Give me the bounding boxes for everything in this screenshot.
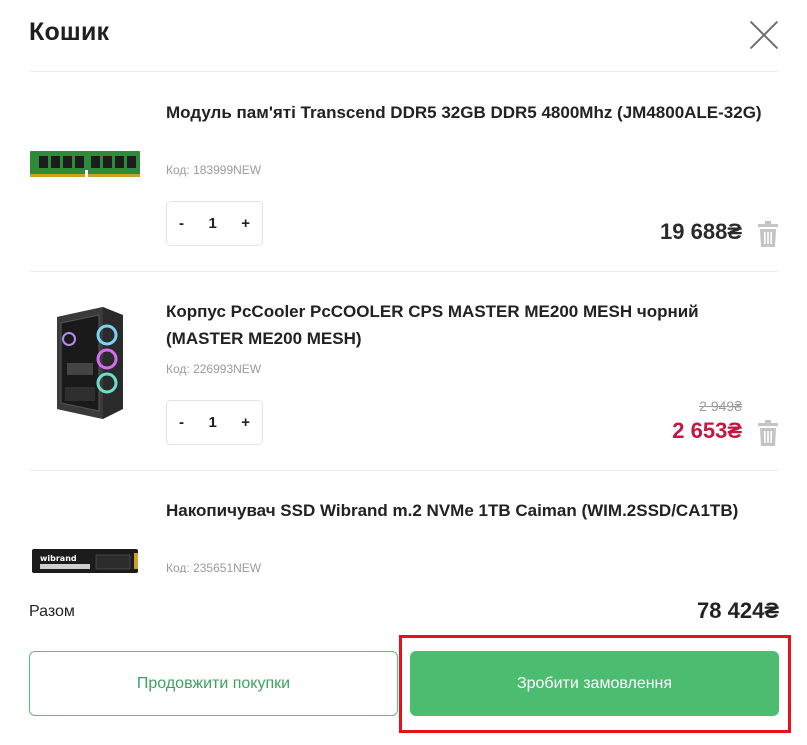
ssd-brand-label: wibrand — [40, 554, 77, 563]
pc-case-image — [57, 307, 123, 419]
place-order-button[interactable]: Зробити замовлення — [410, 651, 779, 716]
product-code: Код: 226993NEW — [166, 362, 262, 376]
ram-module-image — [30, 151, 140, 177]
quantity-stepper: - 1 + — [166, 201, 263, 246]
trash-icon[interactable] — [757, 221, 779, 247]
increase-button[interactable]: + — [241, 215, 250, 232]
product-image-ram[interactable] — [29, 103, 141, 223]
product-name[interactable]: Корпус PcCooler PcCOOLER CPS MASTER ME20… — [166, 298, 766, 352]
increase-button[interactable]: + — [241, 414, 250, 431]
cart-title: Кошик — [29, 18, 110, 46]
product-name[interactable]: Модуль пам'яті Transcend DDR5 32GB DDR5 … — [166, 99, 766, 126]
old-price: 2 949₴ — [699, 398, 742, 414]
cart-item: Корпус PcCooler PcCOOLER CPS MASTER ME20… — [29, 272, 779, 471]
total-label: Разом — [29, 603, 75, 620]
product-price: 19 688₴ — [660, 219, 742, 244]
cart-header: Кошик — [29, 0, 779, 72]
cart-item: Модуль пам'яті Transcend DDR5 32GB DDR5 … — [29, 73, 779, 272]
quantity-value[interactable]: 1 — [208, 414, 216, 431]
product-code: Код: 183999NEW — [166, 163, 262, 177]
decrease-button[interactable]: - — [179, 414, 184, 431]
product-name[interactable]: Накопичувач SSD Wibrand m.2 NVMe 1TB Cai… — [166, 497, 766, 524]
product-image-case[interactable] — [29, 302, 141, 422]
cart-items-list[interactable]: Модуль пам'яті Transcend DDR5 32GB DDR5 … — [29, 73, 779, 573]
product-image-ssd[interactable]: wibrand — [29, 501, 141, 573]
quantity-value[interactable]: 1 — [208, 215, 216, 232]
continue-shopping-button[interactable]: Продовжити покупки — [29, 651, 398, 716]
trash-icon[interactable] — [757, 420, 779, 446]
cart-item: wibrand Накопичувач SSD Wibrand m.2 NVMe… — [29, 471, 779, 573]
close-icon[interactable] — [749, 20, 779, 50]
quantity-stepper: - 1 + — [166, 400, 263, 445]
total-value: 78 424₴ — [697, 598, 779, 623]
decrease-button[interactable]: - — [179, 215, 184, 232]
cart-modal: Кошик Модуль пам'яті Transcend DDR5 32GB… — [0, 0, 807, 745]
product-code: Код: 235651NEW — [166, 561, 262, 573]
ssd-image: wibrand — [32, 549, 138, 573]
product-price: 2 653₴ — [672, 418, 742, 443]
